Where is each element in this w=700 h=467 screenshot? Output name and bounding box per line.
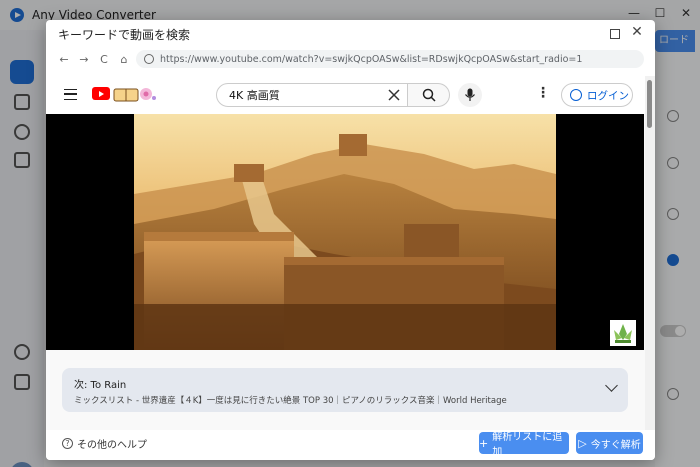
up-next-title: 次: To Rain: [74, 380, 127, 391]
back-icon[interactable]: ←: [54, 53, 74, 66]
dialog-footer: ? その他のヘルプ + 解析リストに追加 ▷ 今すぐ解析: [46, 430, 655, 460]
search-icon: [422, 88, 436, 102]
youtube-header: 4K 高画質 ⋮ ログイン: [46, 76, 646, 114]
video-frame-great-wall: [134, 114, 556, 350]
url-text: https://www.youtube.com/watch?v=swjkQcpO…: [160, 53, 583, 65]
scrollbar[interactable]: [645, 76, 655, 430]
reload-icon[interactable]: C: [94, 53, 114, 66]
help-link[interactable]: ? その他のヘルプ: [62, 436, 147, 451]
more-options-icon[interactable]: ⋮: [536, 85, 550, 101]
parse-now-label: 今すぐ解析: [590, 439, 641, 451]
maximize-icon[interactable]: [610, 29, 620, 39]
search-button[interactable]: [408, 83, 450, 107]
search-input[interactable]: 4K 高画質: [216, 83, 408, 107]
up-next-subtitle: ミックスリスト - 世界遺産【４K】一度は見に行きたい絶景 TOP 30｜ピアノ…: [74, 396, 507, 406]
address-bar[interactable]: https://www.youtube.com/watch?v=swjkQcpO…: [136, 50, 644, 68]
plus-icon: +: [479, 436, 489, 450]
globe-icon: [144, 54, 154, 64]
user-icon: [570, 89, 582, 101]
microphone-icon: [465, 88, 475, 101]
dialog-title: キーワードで動画を検索: [58, 27, 191, 42]
home-icon[interactable]: ⌂: [114, 53, 134, 66]
browser-navbar: ← → C ⌂ https://www.youtube.com/watch?v=…: [54, 50, 644, 68]
parse-now-button[interactable]: ▷ 今すぐ解析: [576, 432, 643, 454]
up-next-card[interactable]: 次: To Rain ミックスリスト - 世界遺産【４K】一度は見に行きたい絶景…: [62, 368, 628, 412]
close-icon[interactable]: ✕: [629, 24, 645, 40]
question-icon: ?: [62, 438, 73, 449]
youtube-doodle-icon[interactable]: [112, 84, 157, 104]
login-button[interactable]: ログイン: [561, 83, 633, 107]
play-icon: ▷: [578, 436, 587, 450]
dialog-header: キーワードで動画を検索 ✕: [46, 20, 655, 48]
voice-search-button[interactable]: [458, 83, 482, 107]
clear-icon[interactable]: [387, 88, 401, 102]
channel-watermark-icon: [610, 320, 636, 346]
login-label: ログイン: [587, 89, 629, 102]
scrollbar-thumb[interactable]: [647, 80, 652, 128]
search-dialog: キーワードで動画を検索 ✕ ← → C ⌂ https://www.youtub…: [46, 20, 655, 460]
help-label: その他のヘルプ: [77, 440, 147, 451]
chevron-down-icon[interactable]: [605, 379, 618, 392]
youtube-logo-icon[interactable]: [92, 87, 110, 100]
add-to-list-button[interactable]: + 解析リストに追加: [479, 432, 569, 458]
search-query: 4K 高画質: [229, 89, 280, 102]
menu-icon[interactable]: [64, 89, 77, 100]
forward-icon[interactable]: →: [74, 53, 94, 66]
add-to-list-label: 解析リストに追加: [492, 432, 563, 458]
video-player[interactable]: [46, 114, 644, 350]
browser-viewport: 4K 高画質 ⋮ ログイン 次: To Rain ミックスリスト - 世界遺産【…: [46, 76, 655, 430]
